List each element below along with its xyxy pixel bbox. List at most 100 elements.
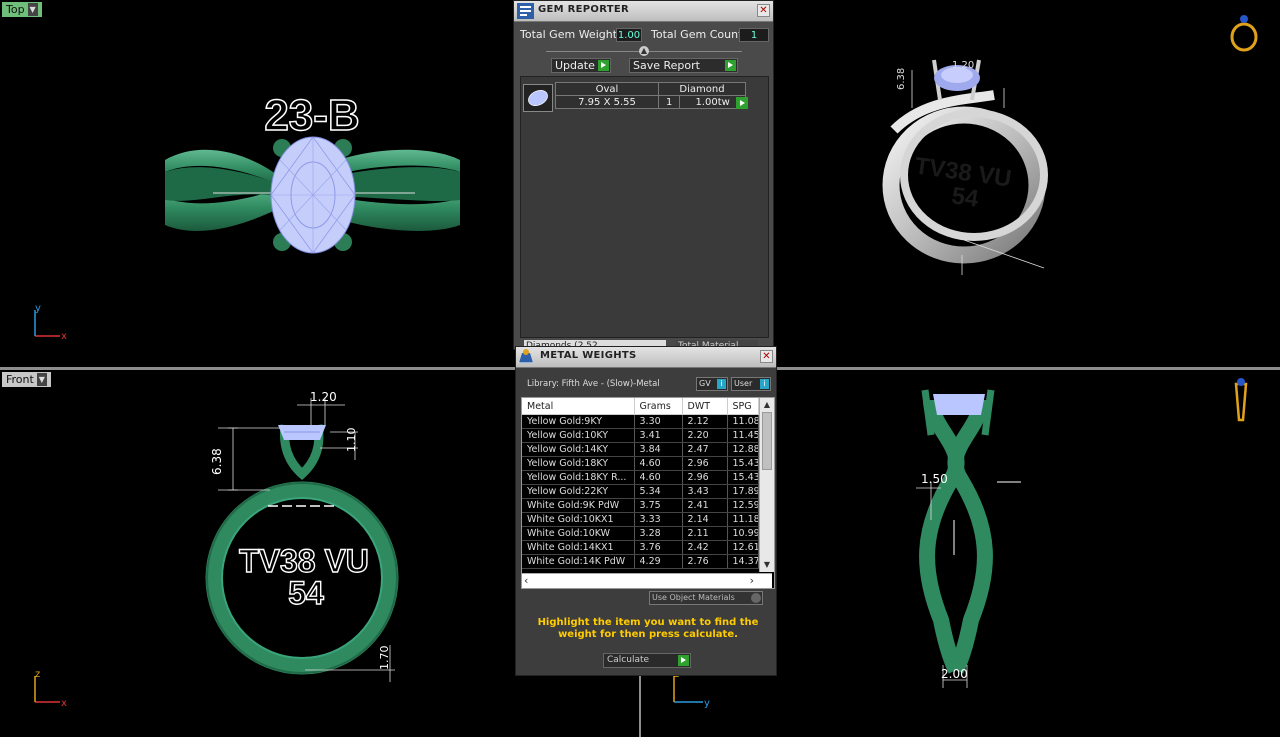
gem-size-cell: 7.95 X 5.55	[555, 95, 659, 109]
table-row[interactable]: White Gold:9K PdW 3.75 2.41 12.59	[522, 498, 759, 513]
total-gem-weight-label: Total Gem Weight	[520, 28, 618, 41]
top-engraving-text: 23-B	[264, 91, 359, 140]
axis-y-label: y	[35, 303, 41, 314]
cell-spg: 15.43	[727, 456, 759, 471]
close-icon[interactable]: ✕	[760, 350, 773, 363]
cell-spg: 15.43	[727, 470, 759, 485]
metal-weights-title: METAL WEIGHTS	[540, 350, 637, 361]
gem-row-go-button[interactable]	[736, 97, 748, 109]
use-object-materials-label: Use Object Materials	[652, 593, 735, 602]
scroll-down-icon[interactable]: ▼	[760, 559, 774, 571]
play-icon	[598, 60, 609, 71]
vertical-scrollbar[interactable]: ▲ ▼	[759, 398, 774, 572]
info-icon: i	[717, 379, 726, 389]
table-row[interactable]: Yellow Gold:22KY 5.34 3.43 17.89	[522, 484, 759, 499]
col-spg[interactable]: SPG	[727, 398, 759, 415]
table-row[interactable]: Yellow Gold:9KY 3.30 2.12 11.08	[522, 414, 759, 429]
total-gem-count-label: Total Gem Count	[651, 28, 743, 41]
table-row[interactable]: Yellow Gold:18KY 4.60 2.96 15.43	[522, 456, 759, 471]
cell-grams: 3.41	[634, 428, 683, 443]
cell-metal: White Gold:14K PdW	[522, 554, 635, 569]
cell-metal: Yellow Gold:18KY	[522, 456, 635, 471]
table-row[interactable]: Yellow Gold:10KY 3.41 2.20 11.45	[522, 428, 759, 443]
horizontal-scrollbar[interactable]: ‹ ›	[522, 573, 772, 588]
viewport-label-top[interactable]: Top ▼	[2, 2, 42, 17]
front-dim-gap: 1.10	[345, 428, 358, 453]
viewport-perspective[interactable]: 6.38 1.20 TV38 VU 54	[774, 0, 1280, 367]
side-axis-y-label: y	[704, 698, 710, 709]
viewport-label-front[interactable]: Front ▼	[2, 372, 51, 387]
cell-dwt: 2.76	[682, 554, 728, 569]
gem-reporter-titlebar[interactable]: GEM REPORTER ✕	[514, 1, 773, 22]
col-metal[interactable]: Metal	[522, 398, 635, 415]
info-icon: i	[760, 379, 769, 389]
save-report-button-label: Save Report	[633, 59, 700, 72]
ring-perspective-icon[interactable]	[1224, 10, 1264, 54]
table-row[interactable]: Yellow Gold:14KY 3.84 2.47 12.88	[522, 442, 759, 457]
front-engraving-line2: 54	[288, 575, 324, 611]
gem-type-cell: Diamond	[658, 82, 746, 96]
gem-table[interactable]: Oval Diamond 7.95 X 5.55 1 1.00tw	[555, 82, 746, 109]
viewport-label-top-text: Top	[6, 3, 25, 16]
metal-weights-icon	[518, 349, 533, 363]
col-dwt[interactable]: DWT	[682, 398, 728, 415]
cell-grams: 3.30	[634, 414, 683, 429]
metal-table-container[interactable]: Metal Grams DWT SPG Yellow Gold:9KY 3.30 2…	[521, 397, 775, 589]
cell-grams: 3.28	[634, 526, 683, 541]
chevron-down-icon[interactable]: ▼	[27, 3, 38, 16]
update-button[interactable]: Update	[551, 58, 611, 73]
scroll-left-icon[interactable]: ‹	[524, 574, 528, 588]
gem-reporter-window[interactable]: GEM REPORTER ✕ Total Gem Weight 1.00 Tot…	[513, 0, 774, 352]
update-button-label: Update	[555, 59, 595, 72]
viewport-label-front-text: Front	[6, 373, 34, 386]
cell-dwt: 2.96	[682, 456, 728, 471]
save-report-button[interactable]: Save Report	[629, 58, 738, 73]
cell-spg: 12.61	[727, 540, 759, 555]
cell-spg: 12.88	[727, 442, 759, 457]
gem-list-panel[interactable]: Oval Diamond 7.95 X 5.55 1 1.00tw	[520, 76, 769, 338]
table-row[interactable]: White Gold:14KX1 3.76 2.42 12.61	[522, 540, 759, 555]
cell-metal: Yellow Gold:18KY R...	[522, 470, 635, 485]
cell-grams: 3.33	[634, 512, 683, 527]
gem-count-cell: 1	[657, 95, 681, 109]
ring-side-icon[interactable]	[1234, 378, 1248, 422]
gem-table-header-row[interactable]: Oval Diamond	[555, 82, 746, 96]
metal-table[interactable]: Metal Grams DWT SPG Yellow Gold:9KY 3.30 2…	[522, 398, 759, 569]
table-row[interactable]: Yellow Gold:18KY R... 4.60 2.96 15.43	[522, 470, 759, 485]
persp-dim-prong: 1.20	[952, 60, 974, 71]
calculate-button[interactable]: Calculate	[603, 653, 691, 668]
scroll-right-icon[interactable]: ›	[750, 574, 754, 588]
metal-weights-window[interactable]: METAL WEIGHTS ✕ Library: Fifth Ave - (Sl…	[515, 346, 777, 676]
table-row[interactable]: White Gold:14K PdW 4.29 2.76 14.37	[522, 554, 759, 569]
cell-spg: 12.59	[727, 498, 759, 513]
cell-grams: 3.76	[634, 540, 683, 555]
col-grams[interactable]: Grams	[634, 398, 683, 415]
cell-metal: White Gold:10KW	[522, 526, 635, 541]
front-engraving-line1: TV38 VU	[239, 543, 369, 579]
cell-metal: White Gold:14KX1	[522, 540, 635, 555]
gem-reporter-icon	[517, 3, 534, 19]
collapse-toggle-icon[interactable]: ▲	[639, 46, 649, 56]
metal-weights-titlebar[interactable]: METAL WEIGHTS ✕	[516, 347, 776, 368]
instruction-text: Highlight the item you want to find the …	[537, 617, 759, 640]
cell-metal: Yellow Gold:22KY	[522, 484, 635, 499]
scrollbar-thumb[interactable]	[762, 412, 772, 470]
cell-spg: 11.45	[727, 428, 759, 443]
viewport-top[interactable]: 23-B y x Top ▼	[0, 0, 513, 367]
cell-metal: Yellow Gold:14KY	[522, 442, 635, 457]
user-toggle-label: User	[734, 379, 753, 388]
table-row[interactable]: White Gold:10KX1 3.33 2.14 11.18	[522, 512, 759, 527]
gem-shape-cell: Oval	[555, 82, 659, 96]
scroll-up-icon[interactable]: ▲	[760, 399, 774, 411]
gv-toggle[interactable]: GV i	[696, 377, 728, 391]
cell-spg: 10.99	[727, 526, 759, 541]
table-row[interactable]: White Gold:10KW 3.28 2.11 10.99	[522, 526, 759, 541]
use-object-materials-checkbox[interactable]: Use Object Materials	[649, 591, 763, 605]
close-icon[interactable]: ✕	[757, 4, 770, 17]
gem-table-row[interactable]: 7.95 X 5.55 1 1.00tw	[555, 95, 746, 109]
front-axis-z-label: z	[35, 669, 40, 680]
user-toggle[interactable]: User i	[731, 377, 771, 391]
cell-metal: Yellow Gold:9KY	[522, 414, 635, 429]
cell-spg: 11.18	[727, 512, 759, 527]
chevron-down-icon[interactable]: ▼	[36, 373, 47, 386]
